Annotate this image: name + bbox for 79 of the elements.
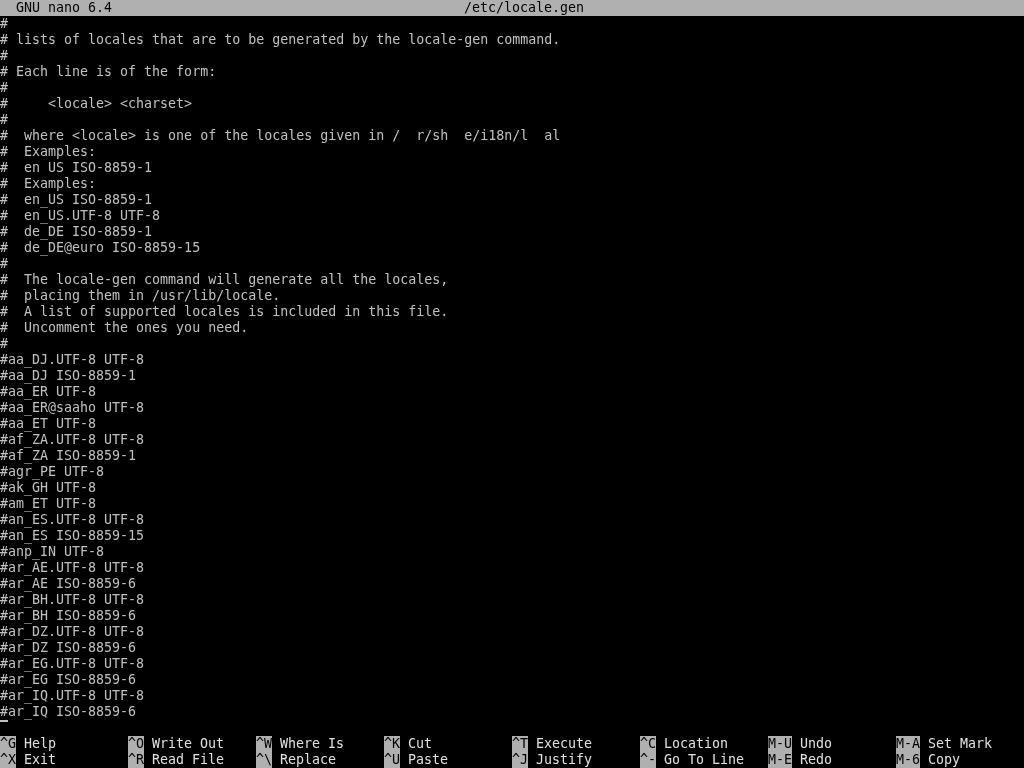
- shortcut-label: Where Is: [280, 736, 345, 752]
- text-line: # en_US ISO-8859-1: [0, 192, 153, 207]
- text-line: #af_ZA ISO-8859-1: [0, 448, 137, 463]
- shortcut-label: Replace: [280, 752, 337, 768]
- shortcut-key: M-U: [768, 736, 793, 752]
- text-cursor: [0, 720, 8, 722]
- text-line: #an_ES.UTF-8 UTF-8: [0, 512, 145, 527]
- shortcut-label: Go To Line: [664, 752, 745, 768]
- file-name: /etc/locale.gen: [463, 0, 584, 16]
- text-line: #ar_DZ ISO-8859-6: [0, 640, 137, 655]
- shortcut-key: ^O: [128, 736, 144, 752]
- shortcut-key: M-E: [768, 752, 793, 768]
- text-line: # Examples:: [0, 144, 97, 159]
- text-line: # lists of locales that are to be generated by the locale-gen command.: [0, 32, 561, 47]
- text-line: #: [0, 80, 8, 95]
- shortcut-key: M-A: [896, 736, 921, 752]
- text-line: # where <locale> is one of the locales given in / r/sh e/i18n/l al: [0, 128, 561, 143]
- shortcut-key: ^W: [256, 736, 272, 752]
- shortcut-label: Cut: [408, 736, 433, 752]
- shortcut-label: Justify: [536, 752, 593, 768]
- shortcut-label: Execute: [536, 736, 593, 752]
- shortcut-key: ^T: [512, 736, 528, 752]
- text-line: # de_DE@euro ISO-8859-15: [0, 240, 201, 255]
- shortcut-label: Copy: [928, 752, 961, 768]
- text-line: #ar_BH.UTF-8 UTF-8: [0, 592, 145, 607]
- shortcut-key: ^-: [640, 752, 656, 768]
- text-line: #af_ZA.UTF-8 UTF-8: [0, 432, 145, 447]
- text-line: #aa_DJ.UTF-8 UTF-8: [0, 352, 145, 367]
- text-line: #ar_IQ.UTF-8 UTF-8: [0, 688, 145, 703]
- shortcut-label: Redo: [800, 752, 833, 768]
- text-line: #ar_EG.UTF-8 UTF-8: [0, 656, 145, 671]
- text-line: #ar_BH ISO-8859-6: [0, 608, 137, 623]
- text-line: #aa_ET UTF-8: [0, 416, 97, 431]
- text-line: #: [0, 112, 8, 127]
- text-line: # placing them in /usr/lib/locale.: [0, 288, 281, 303]
- text-line: #aa_ER UTF-8: [0, 384, 97, 399]
- text-line: #aa_DJ ISO-8859-1: [0, 368, 137, 383]
- shortcut-key: ^R: [128, 752, 144, 768]
- text-line: #am_ET UTF-8: [0, 496, 97, 511]
- text-line: #: [0, 256, 8, 271]
- shortcut-key: ^\: [256, 752, 272, 768]
- shortcut-key: M-6: [896, 752, 921, 768]
- shortcut-key: ^C: [640, 736, 656, 752]
- text-line: #aa_ER@saaho UTF-8: [0, 400, 145, 415]
- shortcut-key: ^K: [384, 736, 400, 752]
- text-line: #ar_AE ISO-8859-6: [0, 576, 137, 591]
- app-name: GNU nano 6.4: [16, 0, 113, 16]
- text-line: # <locale> <charset>: [0, 96, 193, 111]
- text-line: #: [0, 336, 8, 351]
- text-line: # en_US.UTF-8 UTF-8: [0, 208, 161, 223]
- text-line: #ar_IQ ISO-8859-6: [0, 704, 137, 719]
- text-line: #ar_DZ.UTF-8 UTF-8: [0, 624, 145, 639]
- shortcut-key: ^J: [512, 752, 528, 768]
- text-line: # The locale-gen command will generate all the locales,: [0, 272, 449, 287]
- shortcut-label: Location: [664, 736, 729, 752]
- shortcut-label: Help: [24, 736, 57, 752]
- shortcut-label: Write Out: [152, 736, 225, 752]
- text-line: #agr_PE UTF-8: [0, 464, 105, 479]
- text-line: # Examples:: [0, 176, 97, 191]
- shortcut-label: Paste: [408, 752, 449, 768]
- shortcut-label: Undo: [800, 736, 833, 752]
- text-line: # en US ISO-8859-1: [0, 160, 153, 175]
- text-line: #ak_GH UTF-8: [0, 480, 97, 495]
- shortcut-key: ^G: [0, 736, 16, 752]
- text-line: # Each line is of the form:: [0, 64, 217, 79]
- shortcut-label: Exit: [24, 752, 57, 768]
- shortcut-key: ^X: [0, 752, 16, 768]
- text-line: #ar_EG ISO-8859-6: [0, 672, 137, 687]
- text-line: #ar_AE.UTF-8 UTF-8: [0, 560, 145, 575]
- text-line: # A list of supported locales is included in this file.: [0, 304, 449, 319]
- text-line: #: [0, 16, 8, 31]
- text-line: # Uncomment the ones you need.: [0, 320, 249, 335]
- text-line: # de_DE ISO-8859-1: [0, 224, 153, 239]
- shortcut-key: ^U: [384, 752, 400, 768]
- text-line: #an_ES ISO-8859-15: [0, 528, 145, 543]
- shortcut-label: Set Mark: [928, 736, 993, 752]
- text-line: #anp_IN UTF-8: [0, 544, 105, 559]
- text-line: #: [0, 48, 8, 63]
- shortcut-label: Read File: [152, 752, 225, 768]
